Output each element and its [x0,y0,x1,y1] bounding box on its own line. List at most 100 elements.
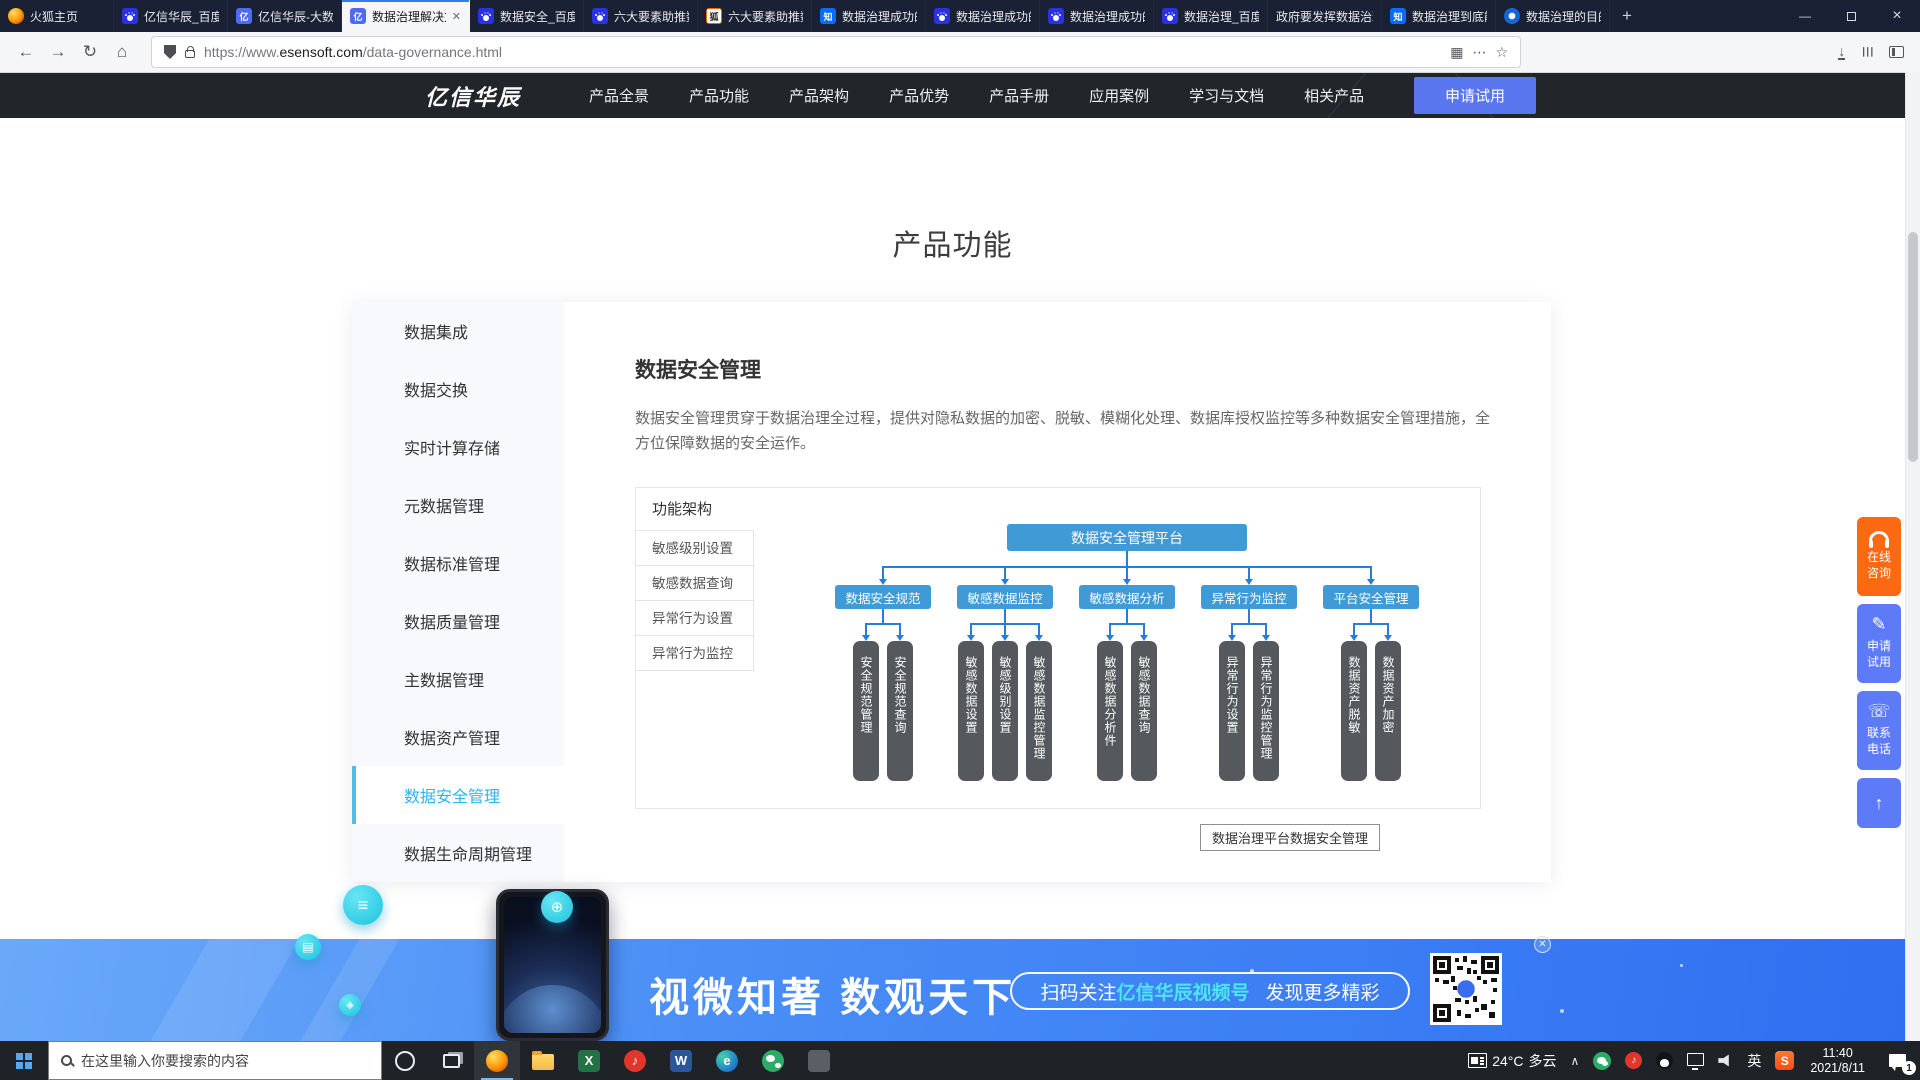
bookmark-star-icon[interactable]: ☆ [1495,44,1508,61]
browser-tab[interactable]: 数据治理成功的 [926,0,1040,32]
sidebar-item[interactable]: 数据标准管理 [352,534,564,592]
nav-item[interactable]: 学习与文档 [1189,85,1264,106]
more-options-icon[interactable]: ⋯ [1472,44,1486,61]
browser-tab[interactable]: 数据治理的目的 [1496,0,1610,32]
browser-tab[interactable]: 数据安全_百度百 [470,0,584,32]
nav-item[interactable]: 相关产品 [1304,85,1364,106]
browser-tab[interactable]: 亿亿信华辰-大数据 [228,0,342,32]
reload-icon[interactable]: ↻ [74,37,106,67]
nav-item[interactable]: 应用案例 [1089,85,1149,106]
connector-line [1109,623,1111,635]
minimize-button[interactable]: — [1782,0,1828,32]
taskbar-app-wechat[interactable] [750,1041,796,1080]
tray-wechat[interactable] [1586,1041,1618,1080]
sidebar-item[interactable]: 数据交换 [352,360,564,418]
diagram-bar: 敏感数据查询 [1131,641,1157,781]
url-bar[interactable]: https://www.esensoft.com/data-governance… [152,37,1520,67]
maximize-button[interactable] [1828,0,1874,32]
nav-item[interactable]: 产品手册 [989,85,1049,106]
taskbar-app-explorer[interactable] [520,1041,566,1080]
floater-arrow-up[interactable]: ↑ [1857,778,1901,828]
nav-item[interactable]: 产品优势 [889,85,949,106]
sidebar-item[interactable]: 主数据管理 [352,650,564,708]
browser-tab[interactable]: 火狐主页 [0,0,114,32]
arch-tab[interactable]: 异常行为监控 [636,636,754,671]
sidebar-toggle-icon[interactable] [1889,46,1904,58]
banner-slogan: 视微知著 数观天下 [649,965,1016,1023]
sidebar-item[interactable]: 数据安全管理 [352,766,564,824]
tab-close-icon[interactable]: ✕ [452,10,461,23]
gray-icon [808,1050,830,1072]
browser-tab[interactable]: 数据治理成功的 [1040,0,1154,32]
browser-tab[interactable]: 数据治理_百度百 [1154,0,1268,32]
sidebar-item[interactable]: 数据质量管理 [352,592,564,650]
browser-tab[interactable]: 政府要发挥数据治理 [1268,0,1382,32]
taskbar-app-netease[interactable]: ♪ [612,1041,658,1080]
tray-netease[interactable]: ♪ [1618,1041,1649,1080]
sidebar-item[interactable]: 元数据管理 [352,476,564,534]
diagram-bars: 数据资产脱敏数据资产加密 [1341,641,1401,781]
taskbar-app-cortana[interactable] [382,1041,428,1080]
taskbar-search-input[interactable]: 在这里输入你要搜索的内容 [48,1041,382,1080]
diagram-root-box: 数据安全管理平台 [1007,524,1247,551]
excel-icon: X [578,1050,600,1072]
pill-prefix: 扫码关注 [1040,978,1116,1005]
taskbar-clock[interactable]: 11:40 2021/8/11 [1801,1046,1874,1076]
connector-arrow [1262,635,1270,641]
promo-banner[interactable]: 视微知著 数观天下 扫码关注亿信华辰视频号发现更多精彩 [0,939,1905,1041]
tray-volume[interactable] [1711,1041,1740,1080]
new-tab-button[interactable]: + [1610,0,1644,32]
scrollbar-thumb[interactable] [1908,232,1918,462]
screenshot-icon[interactable]: ▦ [1450,44,1463,61]
floater-headset[interactable]: 在线咨询 [1857,517,1901,596]
url-text[interactable]: https://www.esensoft.com/data-governance… [204,44,1441,60]
nav-item[interactable]: 产品功能 [689,85,749,106]
start-button[interactable] [0,1041,48,1080]
notification-center[interactable]: 1 [1874,1041,1920,1080]
site-logo[interactable]: 亿信华辰 [425,80,521,112]
hidden-icons-chevron[interactable]: ∧ [1564,1041,1587,1080]
taskbar-app-taskview[interactable] [428,1041,474,1080]
browser-tab[interactable]: 知数据治理成功的 [812,0,926,32]
arch-tab[interactable]: 敏感级别设置 [636,531,754,566]
browser-tab[interactable]: 知数据治理到底能 [1382,0,1496,32]
page-scrollbar[interactable] [1905,72,1920,1041]
nav-item[interactable]: 产品全景 [589,85,649,106]
arch-tab[interactable]: 敏感数据查询 [636,566,754,601]
tray-qq[interactable] [1649,1041,1680,1080]
sidebar-item[interactable]: 数据生命周期管理 [352,824,564,882]
forward-icon[interactable]: → [42,37,74,67]
taskbar-app-word[interactable]: W [658,1041,704,1080]
home-icon[interactable]: ⌂ [106,37,138,67]
apply-trial-button[interactable]: 申请试用 [1414,77,1536,114]
back-icon[interactable]: ← [10,37,42,67]
floater-phone[interactable]: ☏联系电话 [1857,691,1901,770]
tray-display[interactable] [1680,1041,1711,1080]
browser-toolbar: ← → ↻ ⌂ https://www.esensoft.com/data-go… [0,32,1920,73]
floater-pencil[interactable]: ✎申请试用 [1857,604,1901,683]
taskbar-app-gray[interactable] [796,1041,842,1080]
browser-tab[interactable]: 亿信华辰_百度搜 [114,0,228,32]
taskbar-app-excel[interactable]: X [566,1041,612,1080]
close-button[interactable]: × [1874,0,1920,32]
browser-tab[interactable]: 狐六大要素助推数 [698,0,812,32]
shield-icon[interactable] [164,45,176,59]
downloads-icon[interactable]: ↓ [1838,45,1845,60]
sidebar-item[interactable]: 实时计算存储 [352,418,564,476]
taskbar-app-firefox[interactable] [474,1041,520,1080]
taskbar-app-edge[interactable]: e [704,1041,750,1080]
connector-arrow [1350,635,1358,641]
banner-close-icon[interactable]: ✕ [1534,936,1551,953]
arch-tab[interactable]: 异常行为设置 [636,601,754,636]
nav-item[interactable]: 产品架构 [789,85,849,106]
sidebar-item[interactable]: 数据资产管理 [352,708,564,766]
browser-tab[interactable]: 亿数据治理解决方✕ [342,0,470,32]
sidebar-item[interactable]: 数据集成 [352,302,564,360]
firefox-icon [486,1050,508,1072]
news-widget[interactable]: 24°C 多云 [1461,1041,1563,1080]
library-icon[interactable]: ☰ [1859,46,1875,58]
connector-line [1353,623,1389,625]
tray-sogou[interactable]: S [1768,1041,1801,1080]
browser-tab[interactable]: 六大要素助推数 [584,0,698,32]
ime-indicator[interactable]: 英 [1740,1041,1768,1080]
